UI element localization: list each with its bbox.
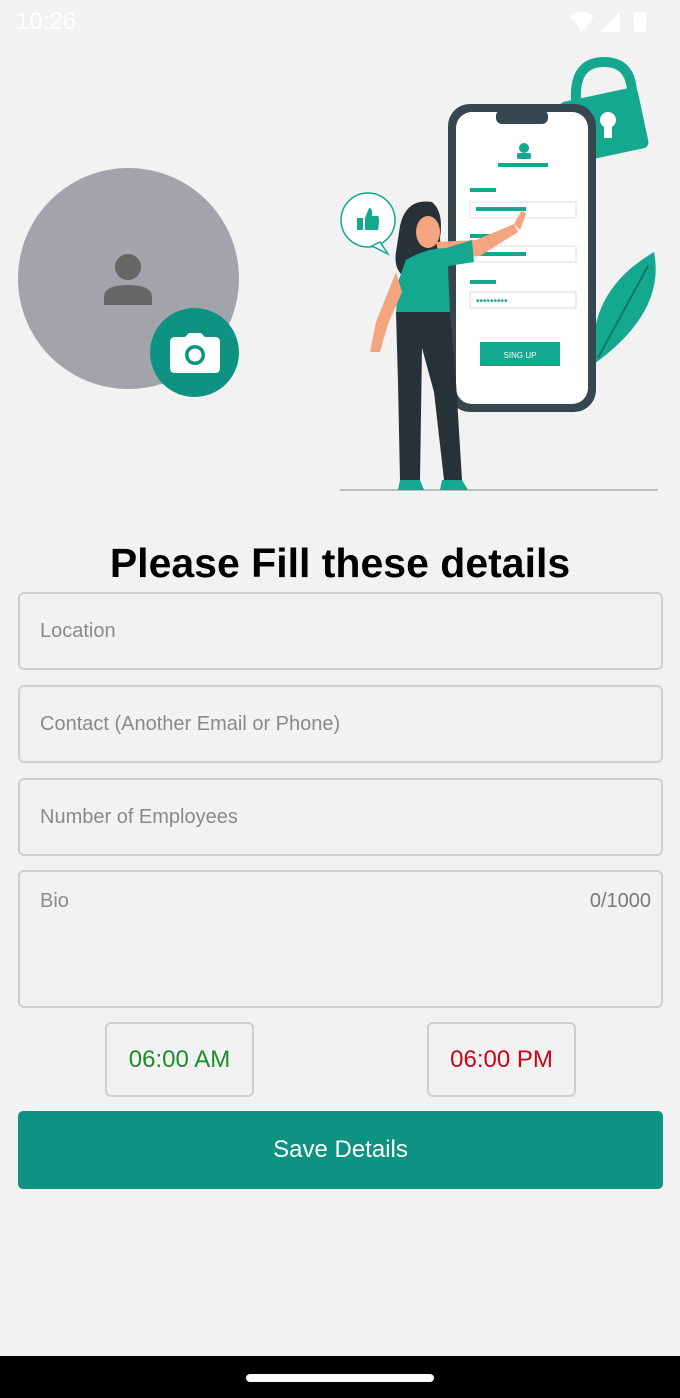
contact-field[interactable]: [18, 685, 663, 763]
navigation-bar: [0, 1356, 680, 1398]
signal-icon: [600, 12, 620, 32]
illustration-signup-label: SING UP: [504, 351, 537, 360]
end-time-button[interactable]: 06:00 PM: [427, 1022, 576, 1097]
location-input[interactable]: [40, 594, 640, 668]
employees-field[interactable]: [18, 778, 663, 856]
status-time: 10:26: [16, 8, 77, 35]
bio-char-counter: 0/1000: [589, 890, 651, 912]
bio-input[interactable]: [40, 890, 640, 1000]
home-gesture-handle[interactable]: [246, 1374, 434, 1382]
battery-icon: [634, 12, 646, 32]
signup-illustration: ••••••••• SING UP: [340, 56, 658, 491]
svg-text:•••••••••: •••••••••: [476, 296, 508, 307]
wifi-icon: [570, 12, 594, 32]
status-icons: [570, 12, 646, 32]
form-heading: Please Fill these details: [109, 540, 571, 586]
start-time-button[interactable]: 06:00 AM: [105, 1022, 254, 1097]
contact-input[interactable]: [40, 687, 640, 761]
phone-notch: [496, 110, 548, 124]
change-photo-button[interactable]: [150, 308, 239, 397]
bio-field[interactable]: 0/1000: [18, 870, 663, 1008]
location-field[interactable]: [18, 592, 663, 670]
thumbs-up-icon: [340, 192, 396, 256]
save-details-button[interactable]: Save Details: [18, 1111, 663, 1189]
camera-icon: [170, 333, 220, 373]
person-icon: [104, 254, 152, 305]
employees-input[interactable]: [40, 780, 640, 854]
status-bar: 10:26: [0, 0, 680, 44]
